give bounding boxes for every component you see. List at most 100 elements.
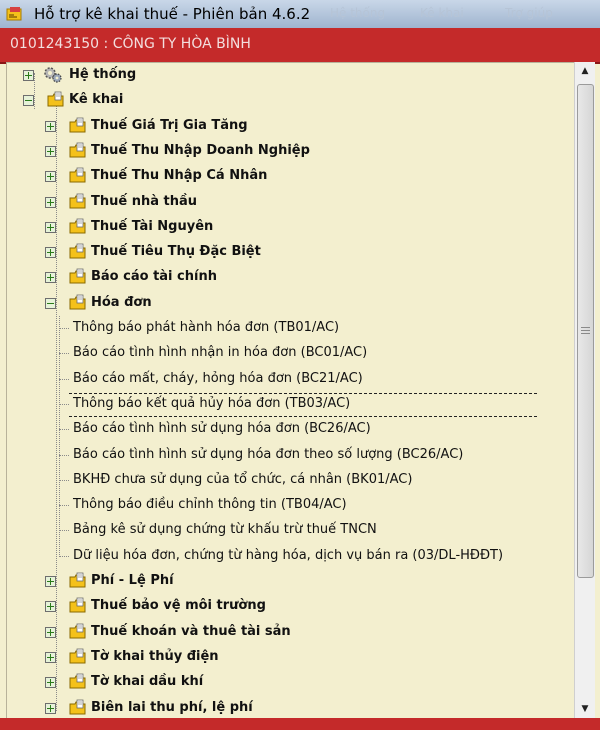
selection-outline-bottom xyxy=(69,415,537,417)
tree-group-item[interactable]: Thuế Tiêu Thụ Đặc Biệt xyxy=(7,240,567,264)
tree-connector xyxy=(59,403,69,405)
tree-invoice-item[interactable]: Dữ liệu hóa đơn, chứng từ hàng hóa, dịch… xyxy=(7,544,567,568)
tree-invoice-item-label: Báo cáo tình hình sử dụng hóa đơn theo s… xyxy=(73,446,464,462)
tree-connector xyxy=(59,429,69,431)
thumb-grip-line xyxy=(581,330,590,331)
scroll-down-arrow-icon[interactable]: ▼ xyxy=(575,700,595,718)
thumb-grip-line xyxy=(581,327,590,328)
menu-ghost-2: Kê khai xyxy=(420,6,464,20)
tree-invoice-item[interactable]: Báo cáo tình hình sử dụng hóa đơn (BC26/… xyxy=(7,417,567,441)
tree-group-item-label: Thuế Tài Nguyên xyxy=(91,218,214,234)
folder-icon xyxy=(69,142,86,158)
tree-item-hoa-don-label: Hóa đơn xyxy=(91,294,152,310)
tree-group-item[interactable]: Phí - Lệ Phí xyxy=(7,569,567,593)
expand-toggle-icon[interactable] xyxy=(45,677,56,689)
folder-icon xyxy=(69,167,86,183)
tree-invoice-item-label: Báo cáo mất, cháy, hỏng hóa đơn (BC21/AC… xyxy=(73,370,363,386)
expand-toggle-icon[interactable] xyxy=(45,196,56,208)
company-bar: 0101243150 : CÔNG TY HÒA BÌNH xyxy=(0,28,600,64)
tree-invoice-item-label: Thông báo phát hành hóa đơn (TB01/AC) xyxy=(73,320,340,335)
tree-item-ke-khai-label: Kê khai xyxy=(69,92,124,108)
expand-toggle-icon[interactable] xyxy=(45,171,56,183)
tree-group-item[interactable]: Thuế khoán và thuê tài sản xyxy=(7,620,567,644)
expand-toggle-icon[interactable] xyxy=(45,247,56,259)
tree-group-item[interactable]: Tờ khai thủy điện xyxy=(7,645,567,669)
folder-icon xyxy=(47,91,64,107)
expand-toggle-icon[interactable] xyxy=(45,272,56,284)
menu-ghost-1: Hệ thống xyxy=(330,6,386,20)
tree-group-item[interactable]: Biên lai thu phí, lệ phí xyxy=(7,696,567,720)
selection-outline-top xyxy=(69,392,537,394)
tree-group-item-label: Tờ khai thủy điện xyxy=(91,648,219,664)
collapse-toggle-icon[interactable] xyxy=(45,297,56,309)
tree-connector xyxy=(59,328,69,329)
tree-connector xyxy=(59,316,60,557)
tree-group-item-label: Phí - Lệ Phí xyxy=(91,573,174,588)
expand-toggle-icon[interactable] xyxy=(45,221,56,233)
tree-group-item[interactable]: Thuế nhà thầu xyxy=(7,190,567,214)
tree-group-item-label: Thuế khoán và thuê tài sản xyxy=(91,623,291,639)
tree-connector xyxy=(59,479,69,481)
tree-group-item[interactable]: Thuế Giá Trị Gia Tăng xyxy=(7,114,567,138)
tree-invoice-item[interactable]: Thông báo phát hành hóa đơn (TB01/AC) xyxy=(7,316,567,340)
menu-tree[interactable]: Hệ thống Kê khai Thuế Giá Trị Gia Tăng Thuế… xyxy=(6,62,576,720)
folder-icon xyxy=(69,673,86,689)
tree-connector xyxy=(59,378,69,380)
folder-icon xyxy=(69,294,86,310)
tree-group-item[interactable]: Báo cáo tài chính xyxy=(7,265,567,289)
tree-group-item-label: Thuế Tiêu Thụ Đặc Biệt xyxy=(91,244,261,260)
tree-invoice-item[interactable]: Thông báo điều chỉnh thông tin (TB04/AC) xyxy=(7,493,567,517)
title-bar: Hỗ trợ kê khai thuế - Phiên bản 4.6.2 Hệ… xyxy=(0,0,600,29)
expand-toggle-icon[interactable] xyxy=(45,626,56,638)
folder-icon xyxy=(69,572,86,588)
expand-toggle-icon[interactable] xyxy=(45,145,56,157)
folder-icon xyxy=(69,117,86,133)
scroll-thumb[interactable] xyxy=(577,84,594,578)
gear-icon xyxy=(44,67,62,83)
tree-item-ke-khai[interactable]: Kê khai xyxy=(7,88,567,112)
tree-invoice-item[interactable]: Báo cáo tình hình sử dụng hóa đơn theo s… xyxy=(7,443,567,467)
tree-group-item-label: Thuế Giá Trị Gia Tăng xyxy=(91,117,248,133)
tree-group-item-label: Thuế Thu Nhập Cá Nhân xyxy=(91,168,268,184)
expand-toggle-icon[interactable] xyxy=(45,120,56,132)
tree-invoice-item[interactable]: Báo cáo tình hình nhận in hóa đơn (BC01/… xyxy=(7,341,567,365)
tree-item-he-thong[interactable]: Hệ thống xyxy=(7,63,567,87)
menu-ghost-3: Trợ giúp xyxy=(505,6,553,20)
folder-icon xyxy=(69,648,86,664)
vertical-scrollbar[interactable]: ▲ ▼ xyxy=(574,62,595,718)
tree-invoice-item[interactable]: Thông báo kết quả hủy hóa đơn (TB03/AC) xyxy=(7,392,567,416)
tree-invoice-item-label: Thông báo điều chỉnh thông tin (TB04/AC) xyxy=(73,497,347,513)
expand-toggle-icon[interactable] xyxy=(23,70,34,81)
tree-invoice-item-label: BKHĐ chưa sử dụng của tổ chức, cá nhân (… xyxy=(73,471,413,487)
scroll-up-arrow-icon[interactable]: ▲ xyxy=(575,62,595,80)
expand-toggle-icon[interactable] xyxy=(45,651,56,663)
tree-group-item-label: Thuế Thu Nhập Doanh Nghiệp xyxy=(91,142,310,158)
tree-invoice-item-label: Dữ liệu hóa đơn, chứng từ hàng hóa, dịch… xyxy=(73,547,504,563)
tree-invoice-item[interactable]: BKHĐ chưa sử dụng của tổ chức, cá nhân (… xyxy=(7,468,567,492)
tree-group-item[interactable]: Thuế Thu Nhập Doanh Nghiệp xyxy=(7,139,567,163)
tree-connector xyxy=(59,555,69,557)
expand-toggle-icon[interactable] xyxy=(45,576,56,587)
folder-icon xyxy=(69,699,86,714)
collapse-toggle-icon[interactable] xyxy=(23,95,34,107)
expand-toggle-icon[interactable] xyxy=(45,702,56,714)
company-label: 0101243150 : CÔNG TY HÒA BÌNH xyxy=(10,36,251,52)
tree-invoice-item[interactable]: Bảng kê sử dụng chứng từ khấu trừ thuế T… xyxy=(7,518,567,542)
tree-group-item[interactable]: Thuế Tài Nguyên xyxy=(7,215,567,239)
expand-toggle-icon[interactable] xyxy=(45,601,56,613)
tree-group-item-label: Thuế bảo vệ môi trường xyxy=(91,598,266,614)
tree-group-item-label: Thuế nhà thầu xyxy=(91,193,198,209)
tree-invoice-item[interactable]: Báo cáo mất, cháy, hỏng hóa đơn (BC21/AC… xyxy=(7,367,567,391)
tree-item-hoa-don[interactable]: Hóa đơn xyxy=(7,291,567,315)
tree-group-item[interactable]: Tờ khai dầu khí xyxy=(7,670,567,694)
tree-group-item-label: Biên lai thu phí, lệ phí xyxy=(91,699,253,715)
tree-group-item[interactable]: Thuế bảo vệ môi trường xyxy=(7,594,567,618)
tree-group-item-label: Tờ khai dầu khí xyxy=(91,674,204,690)
tree-invoice-item-label: Báo cáo tình hình sử dụng hóa đơn (BC26/… xyxy=(73,421,371,437)
folder-icon xyxy=(69,193,86,208)
folder-icon xyxy=(69,243,86,259)
tree-connector xyxy=(59,530,69,532)
folder-icon xyxy=(69,268,86,284)
tree-group-item[interactable]: Thuế Thu Nhập Cá Nhân xyxy=(7,164,567,188)
folder-icon xyxy=(69,597,86,613)
